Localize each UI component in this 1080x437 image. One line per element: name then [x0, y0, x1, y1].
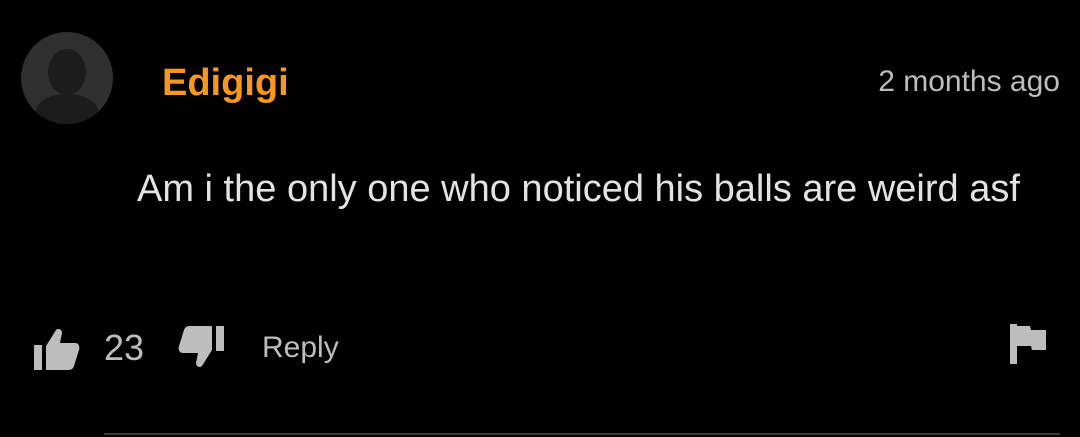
- timestamp: 2 months ago: [878, 65, 1060, 98]
- comment-text: Am i the only one who noticed his balls …: [137, 168, 1020, 210]
- username[interactable]: Edigigi: [162, 60, 289, 106]
- thumbs-up-icon[interactable]: [34, 328, 80, 375]
- avatar[interactable]: [21, 32, 113, 124]
- comment-actions: 23 Reply: [0, 320, 1080, 376]
- flag-icon[interactable]: [1010, 324, 1046, 369]
- thumbs-down-icon[interactable]: [178, 326, 224, 373]
- reply-button[interactable]: Reply: [262, 330, 339, 366]
- like-count: 23: [104, 327, 145, 368]
- comment-divider: [104, 433, 1060, 435]
- user-silhouette-icon: [21, 49, 113, 124]
